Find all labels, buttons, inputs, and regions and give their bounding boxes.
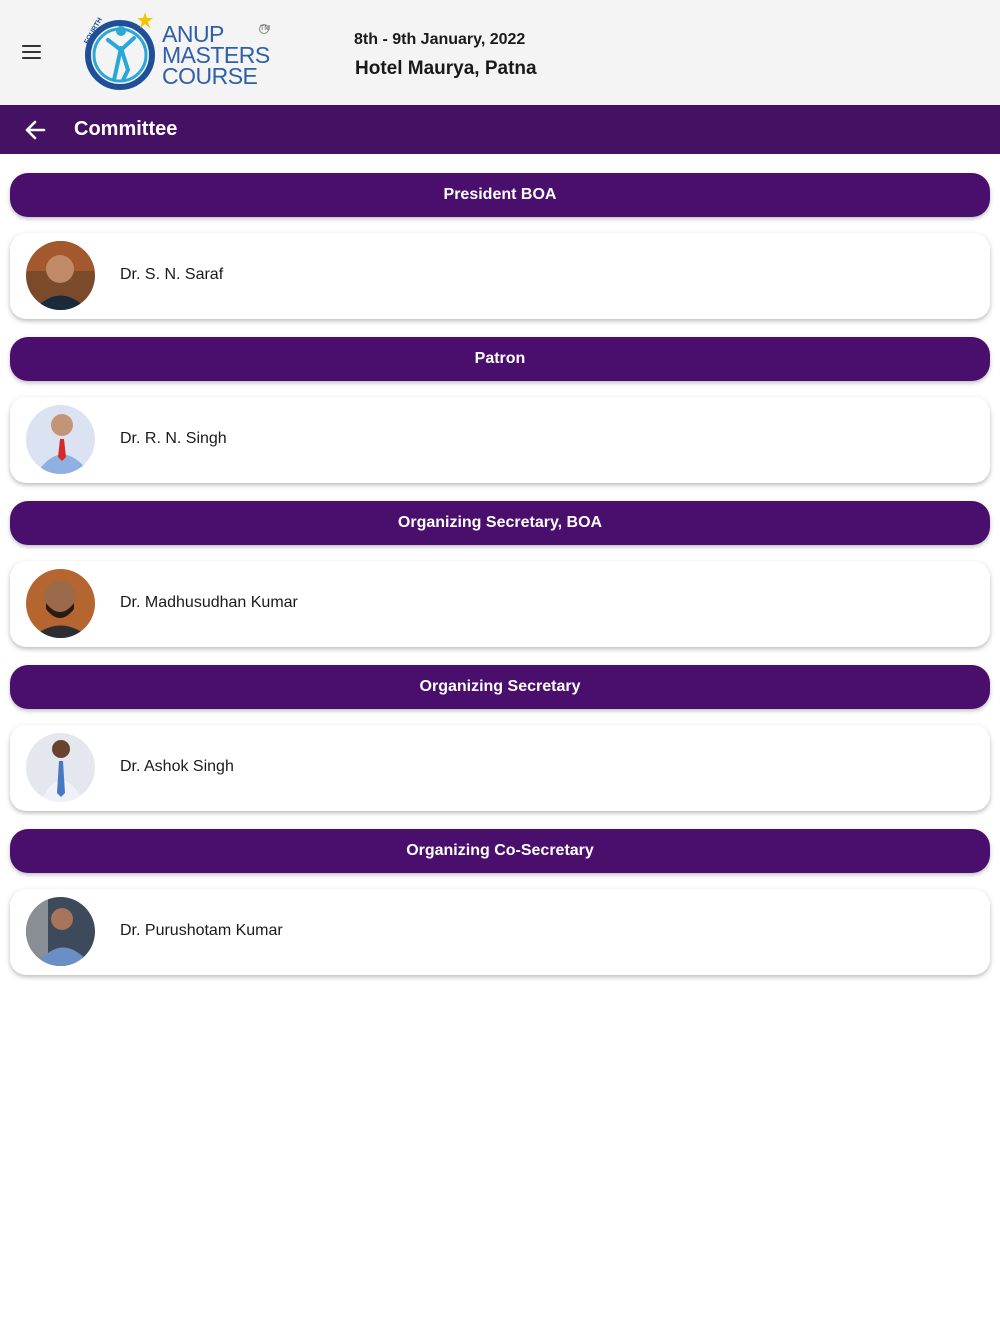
member-name: Dr. Ashok Singh [120, 758, 234, 775]
menu-bar [22, 51, 41, 53]
member-name: Dr. Madhusudhan Kumar [120, 594, 298, 611]
event-date: 8th - 9th January, 2022 [354, 31, 526, 48]
event-venue: Hotel Maurya, Patna [355, 58, 537, 79]
app-bar: Committee [0, 105, 1000, 154]
committee-section: President BOA Dr. S. N. Saraf [10, 173, 990, 319]
role-header: President BOA [10, 173, 990, 217]
logo-text: ANUP MASTERS COURSE [162, 23, 270, 89]
menu-bar [22, 57, 41, 59]
role-header: Organizing Co-Secretary [10, 829, 990, 873]
menu-bar [22, 45, 41, 47]
avatar [26, 569, 95, 638]
committee-section: Organizing Secretary, BOA Dr. Madhusudha… [10, 501, 990, 647]
page-title: Committee [74, 118, 178, 140]
committee-section: Organizing Secretary Dr. Ashok Singh [10, 665, 990, 811]
logo-emblem-icon: FOURTH [83, 12, 155, 90]
back-arrow-icon[interactable] [18, 113, 52, 147]
member-card[interactable]: Dr. R. N. Singh [10, 397, 990, 483]
avatar [26, 733, 95, 802]
committee-section: Patron Dr. R. N. Singh [10, 337, 990, 483]
avatar [26, 241, 95, 310]
menu-icon[interactable] [14, 36, 50, 68]
committee-section: Organizing Co-Secretary Dr. Purushotam K… [10, 829, 990, 975]
avatar [26, 405, 95, 474]
member-card[interactable]: Dr. Purushotam Kumar [10, 889, 990, 975]
member-card[interactable]: Dr. Ashok Singh [10, 725, 990, 811]
avatar [26, 897, 95, 966]
top-header: FOURTH ANUP MASTERS COURSE TM 8th - 9th … [0, 0, 1000, 105]
role-header: Organizing Secretary [10, 665, 990, 709]
member-name: Dr. S. N. Saraf [120, 266, 224, 283]
member-name: Dr. R. N. Singh [120, 430, 227, 447]
event-logo: FOURTH ANUP MASTERS COURSE TM [78, 10, 273, 96]
trademark-mark: TM [259, 24, 271, 34]
logo-line: COURSE [162, 63, 258, 89]
member-name: Dr. Purushotam Kumar [120, 922, 283, 939]
member-card[interactable]: Dr. S. N. Saraf [10, 233, 990, 319]
member-card[interactable]: Dr. Madhusudhan Kumar [10, 561, 990, 647]
role-header: Patron [10, 337, 990, 381]
role-header: Organizing Secretary, BOA [10, 501, 990, 545]
committee-list: President BOA Dr. S. N. Saraf Patron Dr.… [10, 173, 990, 993]
